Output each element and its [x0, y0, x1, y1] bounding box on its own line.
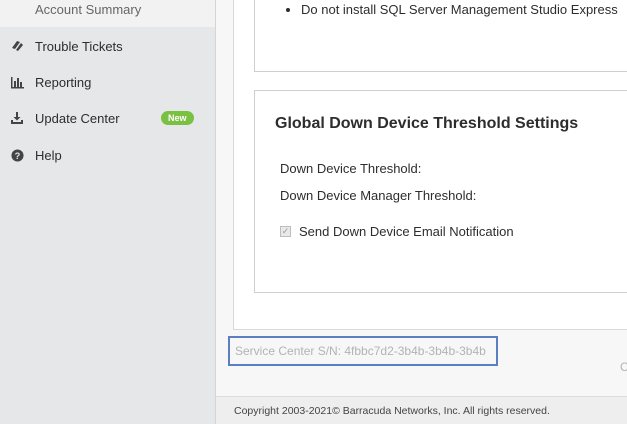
sidebar-item-help[interactable]: ? Help [0, 137, 215, 173]
sidebar-item-update-center[interactable]: Update Center New [0, 100, 215, 136]
requirements-card: Do not install SQL Server Management Stu… [254, 0, 627, 72]
sidebar-item-label: Reporting [35, 74, 92, 90]
email-notification-checkbox[interactable]: ✓ [280, 226, 291, 237]
email-notification-row: ✓ Send Down Device Email Notification [280, 224, 514, 239]
truncated-text: C [620, 360, 627, 374]
help-icon: ? [10, 148, 24, 162]
requirements-list: Do not install SQL Server Management Stu… [301, 2, 618, 17]
sidebar-item-trouble-tickets[interactable]: Trouble Tickets [0, 28, 215, 64]
service-center-serial-highlight: Service Center S/N: 4fbbc7d2-3b4b-3b4b-3… [228, 336, 498, 366]
card-title: Global Down Device Threshold Settings [275, 115, 579, 132]
down-device-manager-threshold-label: Down Device Manager Threshold: [280, 188, 477, 203]
download-icon [10, 111, 24, 125]
svg-text:?: ? [14, 150, 20, 160]
email-notification-label: Send Down Device Email Notification [299, 224, 514, 239]
threshold-settings-card: Global Down Device Threshold Settings Do… [254, 90, 627, 293]
service-center-serial: Service Center S/N: 4fbbc7d2-3b4b-3b4b-3… [235, 344, 486, 358]
sidebar-item-label: Help [35, 147, 62, 163]
sidebar-item-label: Account Summary [35, 2, 142, 17]
bar-chart-icon [10, 75, 24, 89]
new-badge: New [161, 111, 194, 125]
sidebar: Account Summary Trouble Tickets Reportin… [0, 0, 216, 424]
footer: Copyright 2003-2021© Barracuda Networks,… [216, 396, 627, 424]
sidebar-item-reporting[interactable]: Reporting [0, 64, 215, 100]
ticket-icon [10, 39, 24, 53]
sidebar-item-label: Trouble Tickets [35, 38, 123, 54]
sidebar-item-label: Update Center [35, 110, 120, 126]
copyright-text: Copyright 2003-2021© Barracuda Networks,… [234, 405, 550, 417]
sidebar-item-account-summary[interactable]: Account Summary [0, 0, 215, 27]
list-item: Do not install SQL Server Management Stu… [301, 2, 618, 17]
down-device-threshold-label: Down Device Threshold: [280, 161, 422, 176]
